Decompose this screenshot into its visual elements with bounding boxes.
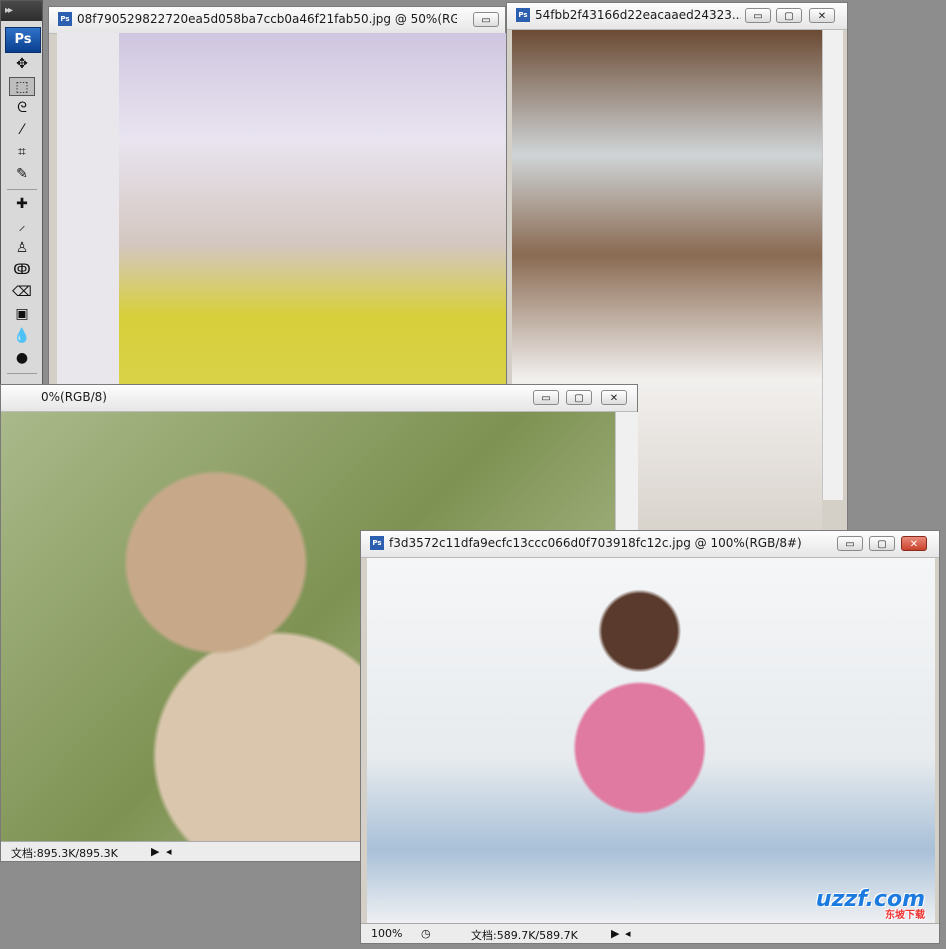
gradient-tool-icon[interactable]: ▣ [9, 305, 35, 324]
navigator-icon[interactable]: ◷ [421, 927, 431, 940]
document-title: 08f790529822720ea5d058ba7ccb0a46f21fab50… [77, 12, 457, 26]
eraser-tool-icon[interactable]: ⌫ [9, 283, 35, 302]
ps-document-icon: Ps [370, 536, 384, 550]
tools-divider [7, 189, 37, 190]
scroll-left-icon[interactable]: ◂ [625, 927, 631, 940]
marquee-tool-icon[interactable]: ⬚ [9, 77, 35, 96]
move-tool-icon[interactable]: ✥ [9, 55, 35, 74]
close-button[interactable]: ✕ [809, 8, 835, 23]
brush-tool-icon[interactable]: ⸝ [9, 217, 35, 236]
lasso-tool-icon[interactable]: ᘓ [9, 99, 35, 118]
document-title: f3d3572c11dfa9ecfc13ccc066d0f703918fc12c… [389, 536, 802, 550]
document-title: 0%(RGB/8) [41, 390, 107, 404]
ps-document-icon: Ps [516, 8, 530, 22]
slice-tool-icon[interactable]: ✎ [9, 165, 35, 184]
photo-girl-yellow [119, 33, 507, 387]
dodge-tool-icon[interactable]: ● [9, 349, 35, 368]
crop-tool-icon[interactable]: ⌗ [9, 143, 35, 162]
close-button[interactable]: ✕ [601, 390, 627, 405]
magic-wand-tool-icon[interactable]: ⁄ [9, 121, 35, 140]
close-button[interactable]: ✕ [901, 536, 927, 551]
minimize-button[interactable]: ▭ [837, 536, 863, 551]
document-size: 文档:589.7K/589.7K [471, 929, 578, 942]
blur-tool-icon[interactable]: 💧 [9, 327, 35, 346]
status-bar: 100% ◷ 文档:589.7K/589.7K ▶ ◂ [361, 923, 939, 943]
status-menu-arrow-icon[interactable]: ▶ [611, 927, 619, 940]
uzzf-watermark-logo: uzzf.com 东坡下载 [815, 887, 925, 921]
document-window-1[interactable]: Ps 08f790529822720ea5d058ba7ccb0a46f21fa… [48, 6, 507, 387]
history-brush-tool-icon[interactable]: ↂ [9, 261, 35, 280]
scroll-left-icon[interactable]: ◂ [166, 845, 172, 858]
tools-panel-grip[interactable]: ▸▸ [1, 1, 42, 21]
photoshop-logo[interactable]: Ps [5, 27, 41, 53]
window-title-bar[interactable]: Ps 08f790529822720ea5d058ba7ccb0a46f21fa… [49, 7, 505, 34]
document-size: 文档:895.3K/895.3K [11, 847, 118, 860]
minimize-button[interactable]: ▭ [533, 390, 559, 405]
vertical-scrollbar[interactable] [822, 30, 843, 500]
zoom-level[interactable]: 100% [371, 927, 402, 940]
window-title-bar[interactable]: Ps f3d3572c11dfa9ecfc13ccc066d0f703918fc… [361, 531, 939, 558]
clone-stamp-tool-icon[interactable]: ♙ [9, 239, 35, 258]
minimize-button[interactable]: ▭ [473, 12, 499, 27]
window-title-bar[interactable]: 0%(RGB/8) ▭ ▢ ✕ [1, 385, 637, 412]
photo-left-area [57, 33, 119, 387]
status-menu-arrow-icon[interactable]: ▶ [151, 845, 159, 858]
ps-document-icon: Ps [58, 12, 72, 26]
grip-icon: ▸▸ [5, 5, 13, 16]
tools-divider [7, 373, 37, 374]
photo-girl-pink-dress [367, 558, 935, 923]
maximize-button[interactable]: ▢ [869, 536, 895, 551]
document-title: 54fbb2f43166d22eacaaed24323... [535, 8, 741, 22]
document-window-4[interactable]: Ps f3d3572c11dfa9ecfc13ccc066d0f703918fc… [360, 530, 940, 944]
minimize-button[interactable]: ▭ [745, 8, 771, 23]
healing-brush-tool-icon[interactable]: ✚ [9, 195, 35, 214]
maximize-button[interactable]: ▢ [776, 8, 802, 23]
maximize-button[interactable]: ▢ [566, 390, 592, 405]
window-title-bar[interactable]: Ps 54fbb2f43166d22eacaaed24323... ▭ ▢ ✕ [507, 3, 847, 30]
